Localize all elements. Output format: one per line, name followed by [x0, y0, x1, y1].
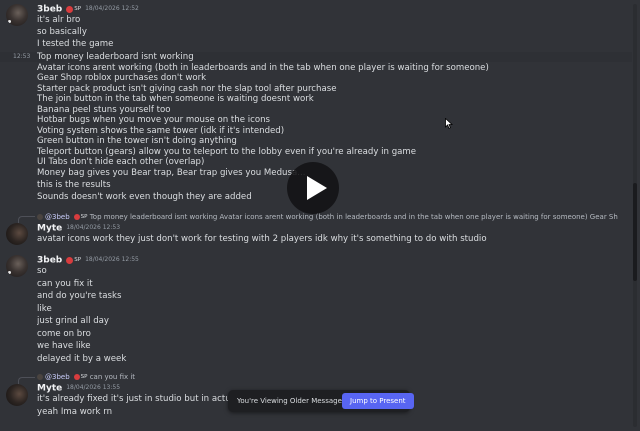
hover-timestamp: 12:53 [13, 53, 31, 60]
message-text: come on bro [37, 328, 91, 339]
timestamp: 18/04/2026 12:53 [66, 224, 121, 231]
role-tag: SP [74, 257, 82, 263]
reply-avatar [37, 374, 43, 380]
role-tag-icon [66, 256, 74, 264]
message-text: so [37, 266, 47, 276]
message-text: 12:53 Top money leaderboard isnt working [0, 52, 632, 62]
reply-text: can you fix it [89, 373, 136, 381]
reply-preview[interactable]: @3beb SP can you fix it [37, 372, 135, 382]
role-tag-icon [66, 5, 74, 13]
avatar[interactable] [6, 384, 28, 406]
username[interactable]: Myte [37, 384, 62, 394]
message-text: can you fix it [37, 278, 93, 289]
message-line: Top money leaderboard isnt working [37, 52, 194, 62]
reply-connector [18, 377, 35, 384]
reply-preview[interactable]: @3beb SP Top money leaderboard isnt worki… [37, 212, 618, 222]
play-button[interactable] [287, 162, 339, 214]
message-header: Myte 18/04/2026 12:53 [37, 222, 120, 234]
timestamp: 18/04/2026 13:55 [66, 384, 121, 391]
message-header: 3beb SP 18/04/2026 12:52 [37, 3, 139, 15]
older-messages-bar: You're Viewing Older Messages Jump to Pr… [228, 390, 414, 412]
message-text: Gear Shop roblox purchases don't work [37, 73, 207, 83]
avatar[interactable] [6, 223, 28, 245]
older-messages-text: You're Viewing Older Messages [237, 397, 346, 405]
username[interactable]: 3beb [37, 5, 62, 15]
message-text: Banana peel stuns yourself too [37, 104, 171, 115]
mouse-cursor-icon [445, 118, 453, 129]
reply-author[interactable]: @3beb [45, 213, 70, 221]
role-tag-icon [73, 214, 80, 220]
message-text: so basically [37, 27, 87, 37]
message-text: Avatar icons arent working (both in lead… [37, 62, 489, 73]
username[interactable]: Myte [37, 224, 62, 234]
role-tag: SP [80, 214, 88, 220]
message-header: 3beb SP 18/04/2026 12:55 [37, 254, 139, 266]
status-dot [8, 271, 11, 274]
message-header: Myte 18/04/2026 13:55 [37, 382, 120, 394]
message-text: Starter pack product isn't giving cash n… [37, 83, 337, 94]
role-tag: SP [80, 374, 88, 380]
message-text: we have like [37, 341, 91, 351]
timestamp: 18/04/2026 12:55 [85, 256, 139, 263]
message-text: and do you're tasks [37, 291, 122, 301]
message-text: I tested the game [37, 39, 114, 49]
reply-avatar [37, 214, 43, 220]
message-text: Teleport button (gears) allow you to tel… [37, 146, 417, 157]
timestamp: 18/04/2026 12:52 [85, 5, 139, 12]
status-dot [8, 20, 11, 23]
message-text: The join button in the tab when someone … [37, 94, 314, 104]
jump-to-present-button[interactable]: Jump to Present [342, 393, 414, 409]
message-text: UI Tabs don't hide each other (overlap) [37, 157, 205, 167]
reply-connector [18, 216, 35, 223]
chat-messages: 3beb SP 18/04/2026 12:52 it's alr bro so b… [0, 0, 640, 431]
message-text: Hotbar bugs when you move your mouse on … [37, 115, 271, 125]
play-icon [307, 176, 327, 200]
message-text: it's alr bro [37, 15, 81, 25]
message-text: just grind all day [37, 316, 110, 326]
message-text: Green button in the tower isn't doing an… [37, 136, 237, 146]
role-tag-icon [73, 374, 80, 380]
username[interactable]: 3beb [37, 256, 62, 266]
message-text: Voting system shows the same tower (idk … [37, 125, 285, 136]
avatar[interactable] [6, 255, 28, 277]
avatar[interactable] [6, 4, 28, 26]
scrollbar-thumb[interactable] [633, 183, 637, 281]
reply-author[interactable]: @3beb [45, 373, 70, 381]
message-text: like [37, 303, 52, 314]
message-text: delayed it by a week [37, 353, 127, 364]
role-tag: SP [74, 6, 82, 12]
reply-text: Top money leaderboard isnt working Avata… [89, 213, 618, 221]
message-text: avatar icons work they just don't work f… [37, 234, 487, 244]
